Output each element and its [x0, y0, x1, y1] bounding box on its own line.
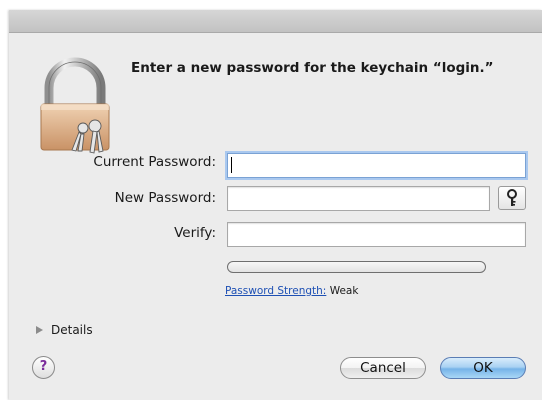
verify-input[interactable] — [227, 222, 526, 247]
password-strength-link[interactable]: Password Strength: — [225, 285, 326, 297]
password-strength-value: Weak — [329, 285, 359, 297]
cancel-button[interactable]: Cancel — [340, 357, 426, 379]
details-disclosure[interactable]: Details — [36, 323, 93, 337]
details-label: Details — [51, 323, 93, 337]
key-icon — [507, 189, 517, 206]
padlock-with-keys-icon — [40, 57, 110, 154]
password-strength-row: Password Strength: Weak — [225, 285, 358, 297]
title-bar[interactable] — [9, 10, 542, 33]
new-password-input[interactable] — [227, 186, 490, 211]
new-password-label: New Password: — [114, 190, 216, 206]
current-password-label: Current Password: — [93, 154, 216, 170]
verify-label: Verify: — [174, 225, 216, 241]
change-password-dialog: Enter a new password for the keychain “l… — [9, 10, 542, 400]
text-caret — [231, 157, 232, 173]
ok-button[interactable]: OK — [440, 357, 526, 379]
disclosure-triangle-icon[interactable] — [36, 326, 43, 334]
help-button[interactable]: ? — [32, 356, 55, 379]
dialog-prompt: Enter a new password for the keychain “l… — [131, 60, 494, 76]
password-strength-meter — [227, 261, 486, 273]
password-assistant-button[interactable] — [498, 186, 526, 210]
current-password-input[interactable] — [227, 153, 526, 178]
